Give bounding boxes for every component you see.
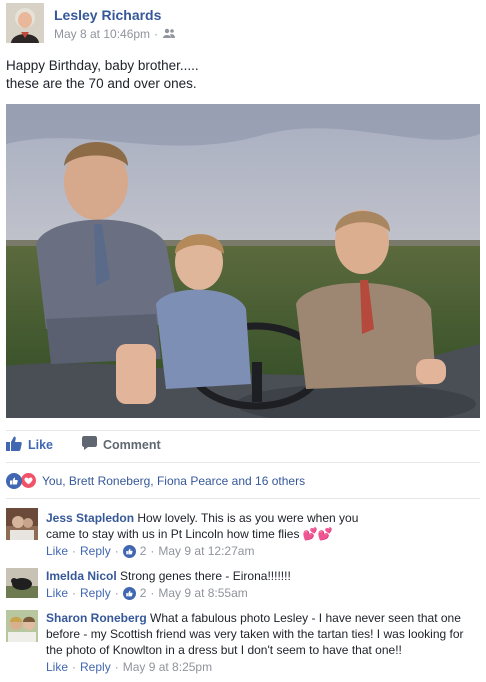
comment-time[interactable]: May 9 at 8:25pm — [123, 659, 212, 675]
post-meta: May 8 at 10:46pm · — [54, 27, 176, 41]
commenter-name[interactable]: Sharon Roneberg — [46, 611, 147, 625]
comment-reply-link[interactable]: Reply — [80, 543, 111, 559]
thumbs-up-icon — [6, 436, 22, 454]
comment-actions: Like · Reply · May 9 at 8:25pm — [46, 659, 213, 675]
comment-actions: Like · Reply · 2 · May 9 at 8:55am — [46, 585, 248, 601]
commenter-avatar[interactable] — [6, 508, 38, 540]
like-count-icon — [122, 544, 136, 558]
like-count-icon — [122, 586, 136, 600]
comment-body: Jess Stapledon How lovely. This is as yo… — [46, 510, 376, 559]
like-button[interactable]: Like — [6, 436, 53, 454]
comment-body: Imelda Nicol Strong genes there - Eirona… — [46, 568, 476, 601]
divider-comments — [6, 498, 480, 499]
author-name[interactable]: Lesley Richards — [54, 7, 161, 23]
comment-like-link[interactable]: Like — [46, 543, 68, 559]
author-avatar[interactable] — [6, 3, 44, 43]
comment-text: Strong genes there - Eirona!!!!!!! — [120, 569, 291, 583]
commenter-avatar[interactable] — [6, 610, 38, 642]
commenter-name[interactable]: Jess Stapledon — [46, 511, 134, 525]
comment-reply-link[interactable]: Reply — [80, 659, 111, 675]
post-header: Lesley Richards May 8 at 10:46pm · — [0, 0, 486, 50]
post-text: Happy Birthday, baby brother..... these … — [6, 58, 199, 91]
commenter-name[interactable]: Imelda Nicol — [46, 569, 117, 583]
love-reaction-icon — [20, 472, 37, 489]
hearts-emoji: 💕💕 — [302, 527, 333, 541]
post-timestamp[interactable]: May 8 at 10:46pm — [54, 27, 150, 41]
commenter-avatar[interactable] — [6, 568, 38, 598]
like-reaction-icon — [6, 472, 22, 489]
meta-separator: · — [154, 27, 159, 41]
comment-body: Sharon Roneberg What a fabulous photo Le… — [46, 610, 478, 675]
comment-like-link[interactable]: Like — [46, 659, 68, 675]
comment-button[interactable]: Comment — [82, 436, 161, 453]
comment-label: Comment — [103, 437, 161, 452]
comment-like-count[interactable]: 2 — [140, 585, 147, 601]
friends-icon[interactable] — [162, 27, 176, 41]
divider-reactions — [6, 462, 480, 463]
post-photo[interactable] — [6, 104, 480, 418]
comment-reply-link[interactable]: Reply — [80, 585, 111, 601]
action-bar: Like Comment — [0, 430, 486, 458]
comment-icon — [82, 436, 97, 453]
reactions-text[interactable]: You, Brett Roneberg, Fiona Pearce and 16… — [42, 474, 305, 488]
comment-like-count[interactable]: 2 — [140, 543, 147, 559]
reactions-summary[interactable]: You, Brett Roneberg, Fiona Pearce and 16… — [6, 472, 305, 489]
comment-time[interactable]: May 9 at 12:27am — [158, 543, 254, 559]
like-label: Like — [28, 438, 54, 452]
comment-like-link[interactable]: Like — [46, 585, 68, 601]
comment-actions: Like · Reply · 2 · May 9 at 12:27am — [46, 543, 255, 559]
comment-time[interactable]: May 9 at 8:55am — [158, 585, 247, 601]
